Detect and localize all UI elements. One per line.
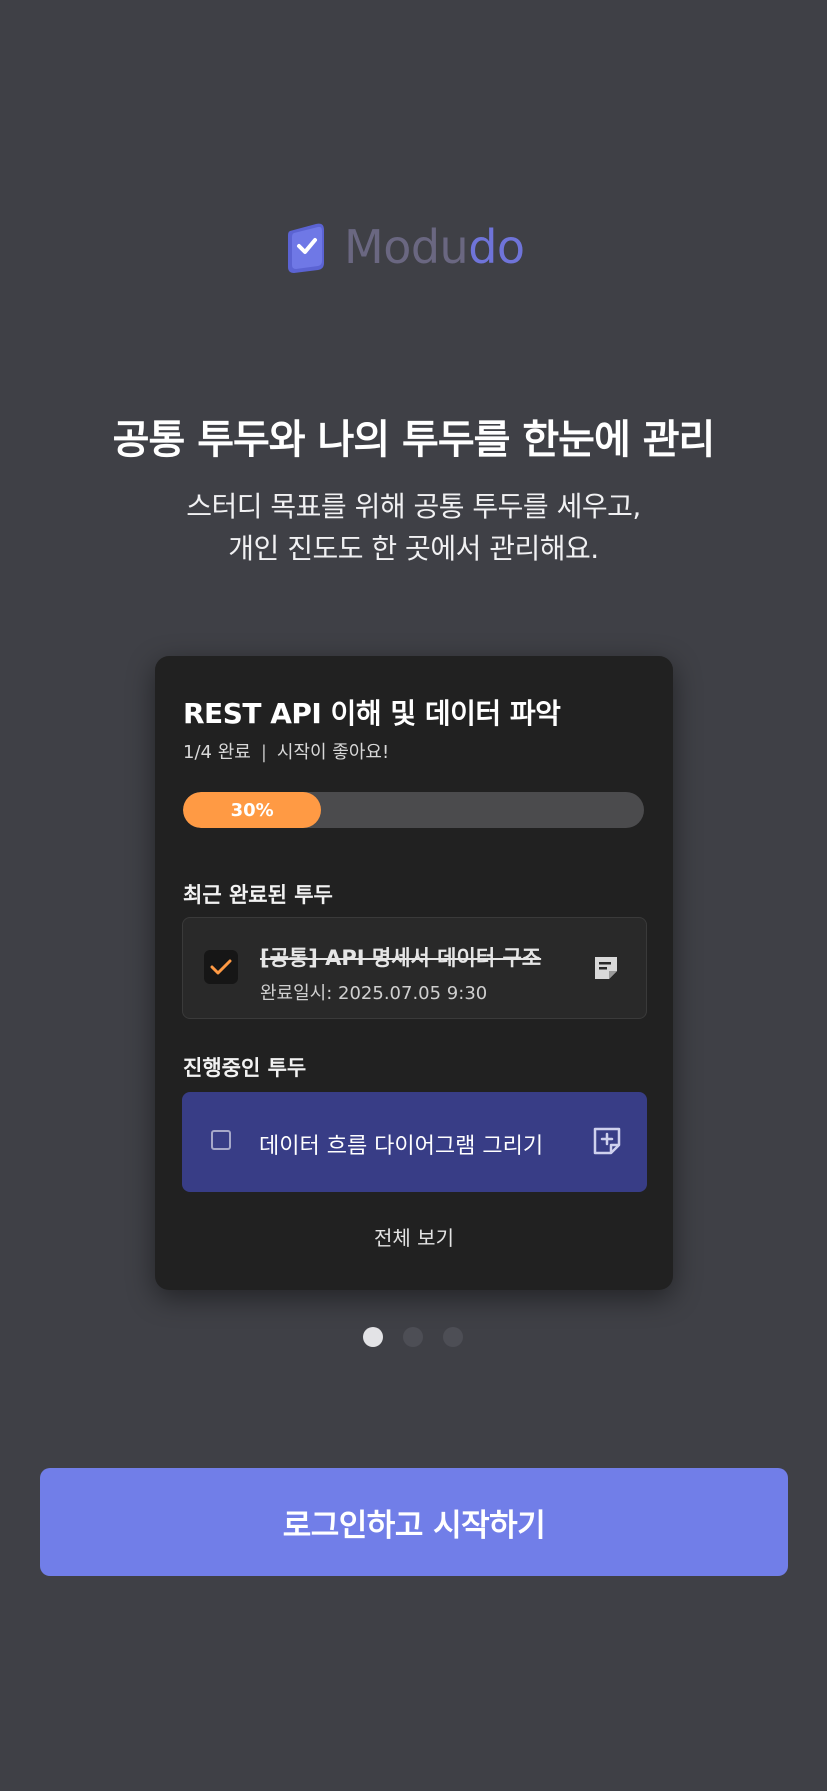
pagination-dot[interactable]	[363, 1327, 383, 1347]
memo-add-icon	[593, 1127, 621, 1155]
logo-wordmark: Modudo	[344, 224, 525, 270]
app-logo: Modudo	[286, 218, 525, 276]
study-title: REST API 이해 및 데이터 파악	[183, 697, 561, 730]
view-all-link[interactable]: 전체 보기	[155, 1222, 673, 1251]
onboarding-headline: 공통 투두와 나의 투두를 한눈에 관리	[112, 417, 716, 463]
pagination-dot[interactable]	[443, 1327, 463, 1347]
progress-percent-label: 30%	[230, 799, 274, 821]
recent-done-heading: 최근 완료된 투두	[183, 883, 333, 907]
onboarding-description: 스터디 목표를 위해 공통 투두를 세우고, 개인 진도도 한 곳에서 관리해요…	[0, 486, 827, 570]
todo-checkbox[interactable]	[211, 1130, 231, 1150]
in-progress-heading: 진행중인 투두	[183, 1056, 307, 1080]
completed-todo-item[interactable]: [공통] API 명세서 데이터 구조 완료일시: 2025.07.05 9:3…	[182, 917, 647, 1019]
logo-wordmark-suffix: do	[468, 220, 525, 274]
login-start-button[interactable]: 로그인하고 시작하기	[40, 1468, 788, 1576]
in-progress-todo-title: 데이터 흐름 다이어그램 그리기	[259, 1134, 544, 1159]
description-line-1: 스터디 목표를 위해 공통 투두를 세우고,	[186, 490, 641, 523]
todo-checkbox-checked[interactable]	[204, 950, 238, 984]
pagination-dot[interactable]	[403, 1327, 423, 1347]
status-message: 시작이 좋아요!	[276, 742, 390, 763]
completed-todo-title: [공통] API 명세서 데이터 구조	[260, 946, 542, 970]
summary-separator: |	[260, 742, 267, 763]
add-memo-button[interactable]	[591, 1125, 623, 1157]
completed-todo-timestamp: 완료일시: 2025.07.05 9:30	[260, 983, 488, 1004]
check-badge-icon	[288, 223, 324, 273]
completion-count: 1/4 완료	[183, 742, 251, 763]
check-icon	[210, 959, 232, 975]
memo-button[interactable]	[590, 952, 622, 984]
progress-bar: 30%	[183, 792, 644, 828]
in-progress-todo-item[interactable]: 데이터 흐름 다이어그램 그리기	[182, 1092, 647, 1192]
todo-preview-card: REST API 이해 및 데이터 파악 1/4 완료 | 시작이 좋아요! 30%…	[155, 656, 673, 1290]
logo-wordmark-prefix: Modu	[344, 220, 469, 274]
study-progress-summary: 1/4 완료 | 시작이 좋아요!	[183, 738, 389, 764]
carousel-pagination	[363, 1327, 463, 1347]
description-line-2: 개인 진도도 한 곳에서 관리해요.	[228, 532, 599, 565]
memo-filled-icon	[595, 957, 617, 979]
progress-bar-fill: 30%	[183, 792, 322, 828]
